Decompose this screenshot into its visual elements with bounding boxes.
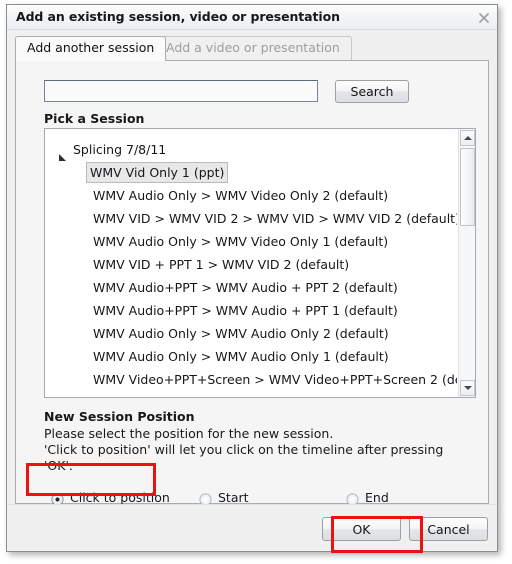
list-item[interactable]: WMV VID + PPT 1 > WMV VID 2 (default) (45, 253, 457, 276)
list-item-label: WMV Video+PPT+Screen > WMV Video+PPT+Scr… (93, 372, 457, 387)
list-item-label: WMV VID + PPT 1 > WMV VID 2 (default) (93, 257, 350, 272)
tree-group-splicing[interactable]: Splicing 7/8/11 (45, 139, 457, 161)
search-button[interactable]: Search (335, 80, 409, 103)
list-item[interactable]: WMV Audio+PPT > WMV Audio + PPT 2 (defau… (45, 276, 457, 299)
dialog-footer: OK Cancel (7, 504, 497, 551)
session-list-inner: Splicing 7/8/11 WMV Vid Only 1 (ppt) WMV… (45, 129, 457, 397)
radio-label: Start (218, 490, 249, 505)
search-row: Search (44, 80, 476, 103)
search-input[interactable] (44, 80, 318, 102)
list-item-label: WMV VID > WMV VID 2 > WMV VID > WMV VID … (93, 211, 457, 226)
list-item[interactable]: WMV VID > WMV VID 2 > WMV VID > WMV VID … (45, 207, 457, 230)
scroll-down-arrow-icon[interactable] (460, 380, 475, 396)
list-item-label: WMV Audio Only > WMV Audio Only 1 (defau… (93, 349, 389, 364)
pick-a-session-label: Pick a Session (44, 111, 145, 126)
scrollbar-thumb[interactable] (460, 148, 475, 226)
list-item[interactable]: WMV Video+PPT+Screen > WMV Video+PPT+Scr… (45, 368, 457, 391)
tabstrip: Add another session Add a video or prese… (15, 36, 489, 61)
list-item-label: WMV Audio Only > WMV Video Only 1 (defau… (93, 234, 389, 249)
tab-panel: Search Pick a Session Splicing 7/8/11 WM… (15, 60, 489, 506)
tab-add-video-or-presentation[interactable]: Add a video or presentation (154, 36, 352, 60)
list-item-label: WMV Vid Only 1 (ppt) (86, 162, 229, 183)
list-item-label: WMV Audio Only > WMV Video Only 2 (defau… (93, 188, 389, 203)
dialog-titlebar: Add an existing session, video or presen… (7, 5, 497, 30)
radio-label: End (365, 490, 389, 505)
list-item-label: WMV Audio Only > WMV Audio Only 2 (defau… (93, 326, 389, 341)
list-item[interactable]: WMV Audio Only > WMV Video Only 1 (defau… (45, 230, 457, 253)
close-icon[interactable] (477, 11, 491, 25)
position-section-title: New Session Position (44, 409, 195, 424)
ok-button[interactable]: OK (322, 517, 401, 541)
dialog-title: Add an existing session, video or presen… (16, 9, 340, 24)
tab-add-another-session[interactable]: Add another session (15, 36, 167, 61)
list-item[interactable]: WMV Vid Only 1 (ppt) (45, 161, 457, 184)
scroll-up-arrow-icon[interactable] (460, 130, 475, 146)
position-help-line-1: Please select the position for the new s… (44, 426, 334, 441)
list-item-label: WMV Audio+PPT > WMV Audio + PPT 2 (defau… (93, 280, 398, 295)
new-session-position-section: New Session Position Please select the p… (44, 409, 476, 513)
radio-label: Click to position (70, 490, 170, 505)
list-item[interactable]: WMV Audio Only > WMV Video Only 2 (defau… (45, 184, 457, 207)
list-item[interactable]: WMV Audio Only > WMV Audio Only 2 (defau… (45, 322, 457, 345)
list-item[interactable]: WMV Audio+PPT > WMV Audio + PPT 1 (defau… (45, 299, 457, 322)
add-existing-session-dialog: Add an existing session, video or presen… (6, 4, 498, 552)
session-listbox[interactable]: Splicing 7/8/11 WMV Vid Only 1 (ppt) WMV… (44, 128, 476, 398)
tree-group-label: Splicing 7/8/11 (73, 142, 167, 157)
cancel-button[interactable]: Cancel (409, 517, 488, 541)
radio-unselected-icon (346, 491, 359, 506)
position-help-line-2: 'Click to position' will let you click o… (44, 442, 444, 473)
radio-unselected-icon (199, 491, 212, 506)
radio-selected-icon (51, 491, 64, 506)
triangle-expanded-icon[interactable] (59, 147, 67, 161)
list-vertical-scrollbar[interactable] (458, 129, 475, 397)
list-item[interactable]: WMV Audio Only > WMV Audio Only 1 (defau… (45, 345, 457, 368)
list-item-label: WMV Audio+PPT > WMV Audio + PPT 1 (defau… (93, 303, 398, 318)
